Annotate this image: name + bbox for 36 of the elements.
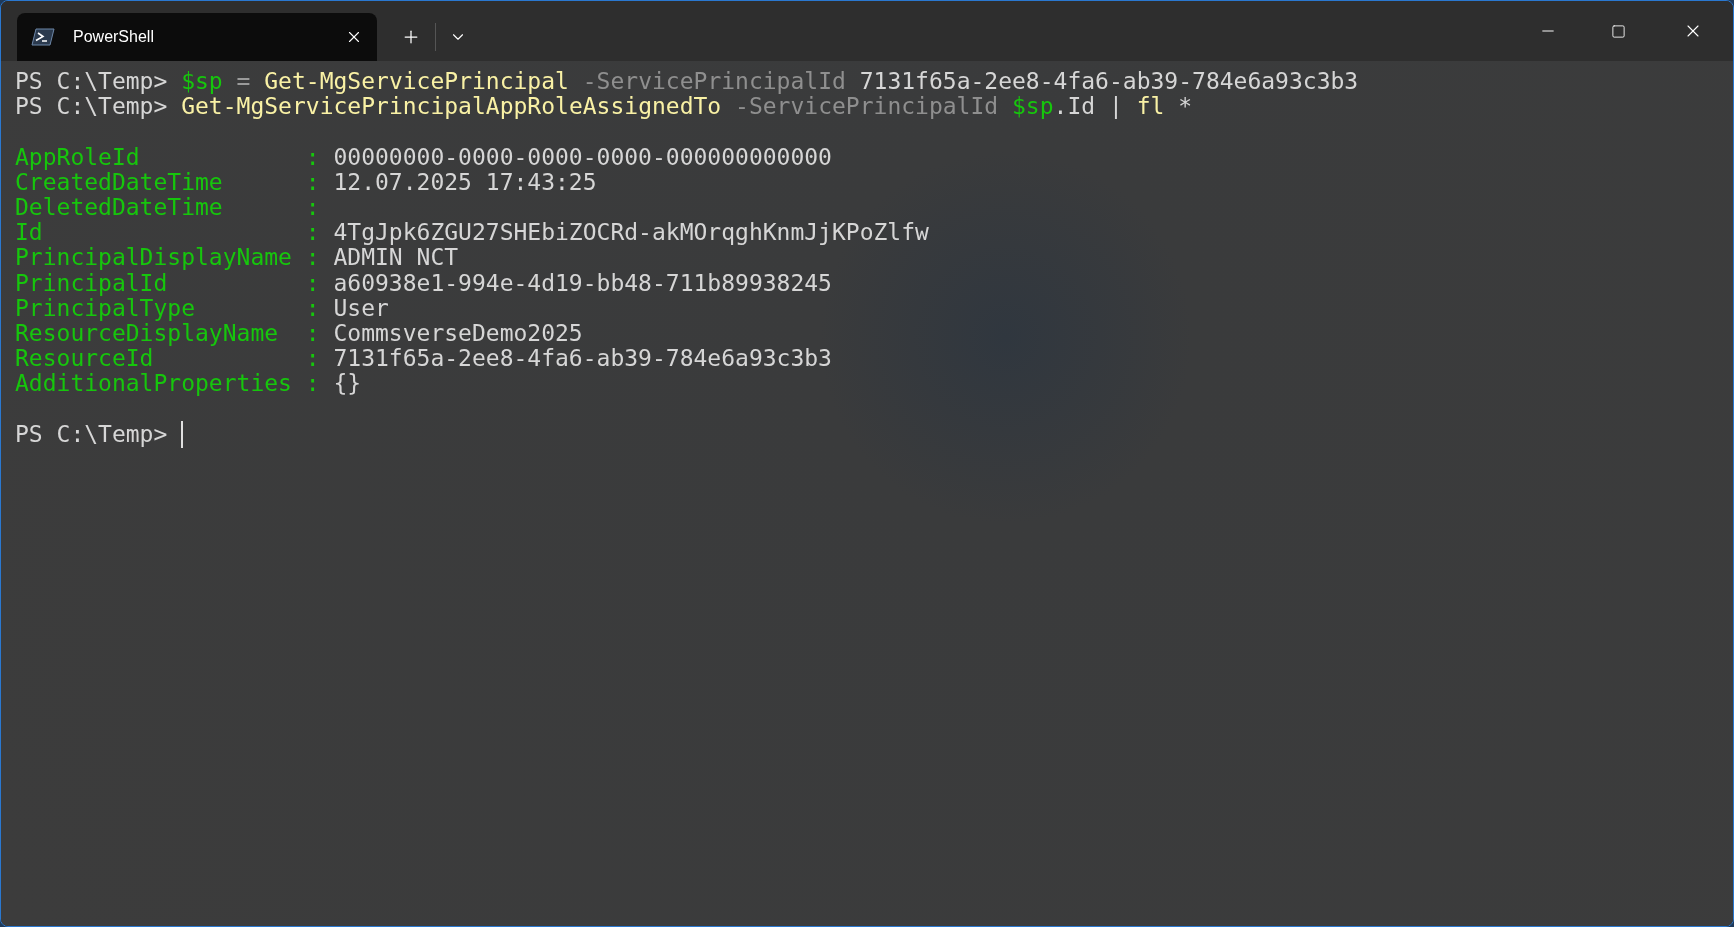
property-name: AppRoleId [15,144,141,170]
property-name: Id [15,220,44,246]
property-separator: : [305,371,321,397]
command-line: PS C:\Temp> Get-MgServicePrincipalAppRoleAssignedTo -ServicePrincipalId $sp.Id | fl * [15,94,1194,120]
property-value: 12.07.2025 17:43:25 [333,169,597,195]
terminal-app-icon [31,27,55,47]
property-separator: : [305,295,321,321]
property-name: ResourceId [15,346,154,372]
property-separator: : [305,169,321,195]
property-name: AdditionalProperties [15,371,293,397]
property-value: 4TgJpk6ZGU27SHEbiZOCRd-akMOrqghKnmJjKPoZlfw [333,220,929,246]
property-name: PrincipalType [15,295,196,321]
terminal-tab[interactable]: PowerShell [17,13,377,61]
property-value: {} [333,371,362,397]
property-separator: : [305,320,321,347]
property-name: ResourceDisplayName [15,320,280,347]
command-line: PS C:\Temp> $sp = Get-MgServicePrincipal -ServicePrincipalId 7131f65a-2ee8-4fa6-ab39-784e6a93c3b3 [15,69,1360,95]
property-value: a60938e1-994e-4d19-bb48-711b89938245 [333,270,832,296]
property-value: User [333,295,389,321]
property-name: PrincipalId [15,270,168,296]
property-separator: : [305,270,321,296]
text-cursor [181,420,184,448]
property-name: PrincipalDisplayName [15,245,293,271]
property-value: ADMIN NCT [333,245,459,271]
property-separator: : [305,144,321,170]
property-separator: : [305,220,321,246]
prompt-text: PS C:\Temp> [15,421,168,447]
property-name: DeletedDateTime [15,194,224,221]
property-separator: : [305,245,321,271]
tab-title: PowerShell [73,28,155,46]
property-value: 7131f65a-2ee8-4fa6-ab39-784e6a93c3b3 [333,346,832,372]
property-name: CreatedDateTime [15,169,224,195]
property-separator: : [305,346,321,372]
property-value: CommsverseDemo2025 [333,320,583,347]
property-value: 00000000-0000-0000-0000-000000000000 [333,144,832,170]
property-separator: : [305,194,321,221]
